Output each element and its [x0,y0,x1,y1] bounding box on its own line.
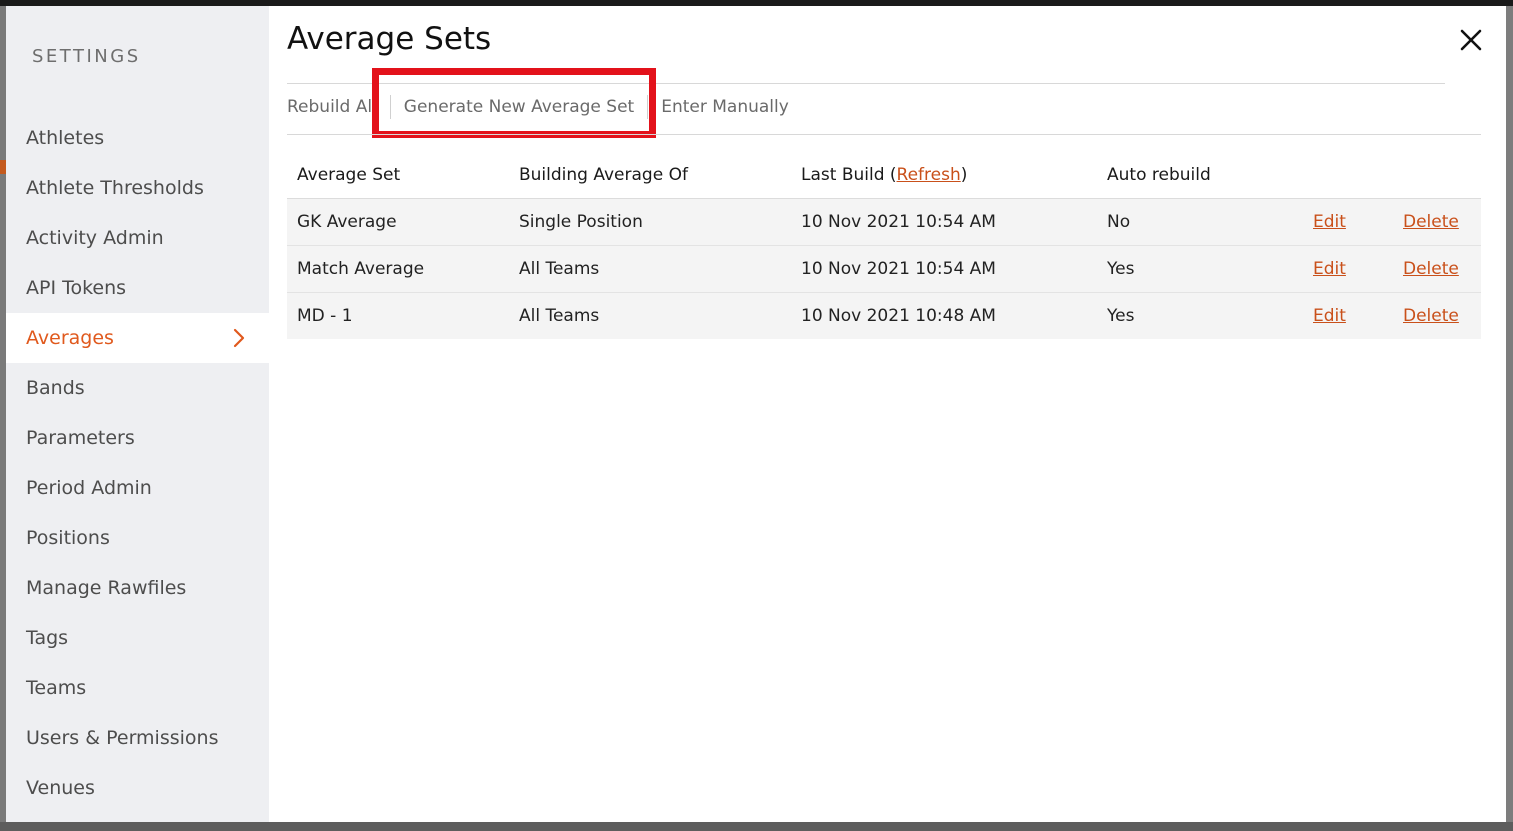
sidebar-heading: SETTINGS [32,46,141,67]
sidebar-item-positions[interactable]: Positions [6,513,269,563]
sidebar-item-manage-rawfiles[interactable]: Manage Rawfiles [6,563,269,613]
sidebar-item-venues[interactable]: Venues [6,763,269,813]
delete-link[interactable]: Delete [1403,259,1459,279]
settings-sidebar: SETTINGS Athletes Athlete Thresholds Act… [6,6,269,822]
sidebar-item-athlete-thresholds[interactable]: Athlete Thresholds [6,163,269,213]
sidebar-item-users-permissions[interactable]: Users & Permissions [6,713,269,763]
cell-building-average-of: Single Position [509,198,791,246]
sidebar-item-api-tokens[interactable]: API Tokens [6,263,269,313]
cell-auto-rebuild: Yes [1107,306,1135,326]
cell-auto-rebuild: No [1097,198,1303,246]
cell-last-build: 10 Nov 2021 10:54 AM [791,198,1097,246]
last-build-suffix: ) [960,165,968,185]
refresh-link[interactable]: Refresh [897,165,961,185]
cell-last-build: 10 Nov 2021 10:54 AM [791,245,1097,293]
average-sets-table: Average Set Building Average Of Last Bui… [287,152,1481,339]
sidebar-item-label: Tags [26,627,69,649]
main-content: Average Sets Rebuild All Generate New Av… [269,6,1506,822]
action-toolbar: Rebuild All Generate New Average Set Ent… [287,92,789,122]
table-row: Match Average All Teams 10 Nov 2021 10:5… [287,245,1481,293]
sidebar-item-label: Parameters [26,427,135,449]
chevron-right-icon [233,313,245,363]
column-header-last-build: Last Build (Refresh) [791,152,1097,199]
cell-building-average-of: All Teams [519,306,600,326]
column-header-auto-rebuild: Auto rebuild [1097,152,1303,199]
sidebar-item-label: Bands [26,377,85,399]
cell-building-average-of: All Teams [509,245,791,293]
sidebar-item-averages[interactable]: Averages [6,313,269,363]
table-row: GK Average Single Position 10 Nov 2021 1… [287,198,1481,246]
table-row: MD - 1 All Teams 10 Nov 2021 10:48 AM Ye… [287,292,1481,339]
column-header-delete [1393,152,1481,199]
sidebar-item-label: Positions [26,527,110,549]
sidebar-item-label: API Tokens [26,277,127,299]
sidebar-item-label: Athlete Thresholds [26,177,204,199]
backdrop-right [1506,6,1513,831]
sidebar-item-label: Period Admin [26,477,152,499]
sidebar-item-label: Averages [26,327,114,349]
sidebar-item-bands[interactable]: Bands [6,363,269,413]
toolbar-separator [647,95,649,119]
delete-link[interactable]: Delete [1403,212,1459,232]
sidebar-item-parameters[interactable]: Parameters [6,413,269,463]
sidebar-item-athletes[interactable]: Athletes [6,113,269,163]
close-icon[interactable] [1459,28,1483,52]
cell-average-set: Match Average [287,245,509,293]
sidebar-nav: Athletes Athlete Thresholds Activity Adm… [6,113,269,813]
edit-link[interactable]: Edit [1313,212,1346,232]
edit-link[interactable]: Edit [1313,259,1346,279]
sidebar-item-teams[interactable]: Teams [6,663,269,713]
generate-new-average-set-button[interactable]: Generate New Average Set [404,97,634,117]
sidebar-item-label: Manage Rawfiles [26,577,187,599]
cell-average-set: GK Average [287,198,509,246]
sidebar-item-label: Venues [26,777,95,799]
table-header-row: Average Set Building Average Of Last Bui… [287,152,1481,199]
edit-link[interactable]: Edit [1313,306,1346,326]
sidebar-item-activity-admin[interactable]: Activity Admin [6,213,269,263]
title-divider [287,83,1445,84]
last-build-label: Last Build ( [801,165,897,185]
sidebar-item-label: Teams [26,677,87,699]
column-header-building-average-of: Building Average Of [509,152,791,199]
cell-average-set: MD - 1 [297,306,353,326]
delete-link[interactable]: Delete [1403,306,1459,326]
sidebar-item-label: Users & Permissions [26,727,219,749]
cell-auto-rebuild: Yes [1097,245,1303,293]
toolbar-separator [389,95,391,119]
toolbar-divider [287,134,1481,135]
enter-manually-button[interactable]: Enter Manually [661,97,789,117]
sidebar-item-label: Athletes [26,127,105,149]
cell-last-build: 10 Nov 2021 10:48 AM [801,306,996,326]
column-header-average-set: Average Set [287,152,509,199]
sidebar-item-tags[interactable]: Tags [6,613,269,663]
sidebar-item-period-admin[interactable]: Period Admin [6,463,269,513]
sidebar-item-label: Activity Admin [26,227,164,249]
page-title: Average Sets [287,21,492,57]
rebuild-all-button[interactable]: Rebuild All [287,97,377,117]
settings-modal: SETTINGS Athletes Athlete Thresholds Act… [6,6,1506,822]
backdrop-bottom [0,822,1513,831]
column-header-edit [1303,152,1393,199]
